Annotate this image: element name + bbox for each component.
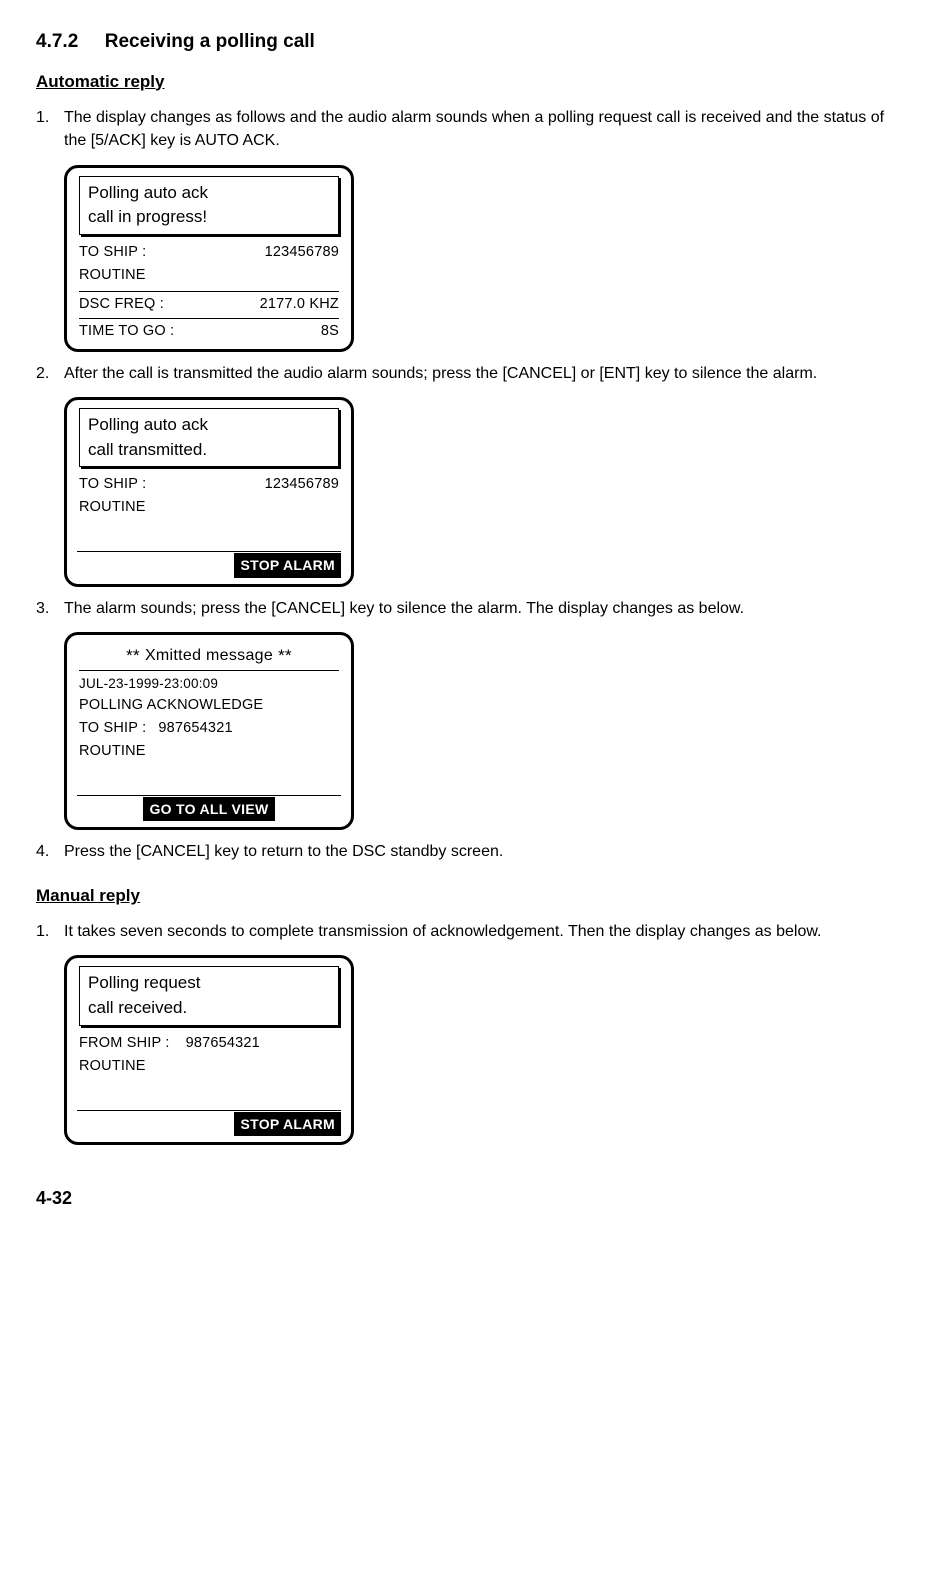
polling-ack-row: POLLING ACKNOWLEDGE	[79, 694, 339, 717]
automatic-reply-heading: Automatic reply	[36, 70, 910, 95]
to-ship-label: TO SHIP :	[79, 474, 146, 495]
automatic-reply-steps: 2. After the call is transmitted the aud…	[36, 362, 910, 385]
step-1: 1. The display changes as follows and th…	[36, 106, 910, 152]
polling-ack-text: POLLING ACKNOWLEDGE	[79, 695, 263, 716]
priority-value: ROUTINE	[79, 497, 146, 518]
star-icon: **	[126, 646, 145, 665]
manual-reply-heading: Manual reply	[36, 884, 910, 909]
step-text: The display changes as follows and the a…	[64, 106, 910, 152]
message-line-1: Polling auto ack	[88, 413, 330, 438]
timestamp-value: JUL-23-1999-23:00:09	[79, 674, 218, 694]
to-ship-label: TO SHIP :	[79, 718, 146, 739]
message-line-2: call received.	[88, 996, 330, 1021]
step-number: 1.	[36, 106, 64, 152]
time-to-go-row: TIME TO GO : 8S	[79, 320, 339, 343]
automatic-reply-steps: 4. Press the [CANCEL] key to return to t…	[36, 840, 910, 863]
message-line-1: Polling auto ack	[88, 181, 330, 206]
to-ship-row: TO SHIP : 123456789	[79, 473, 339, 496]
footer-row: GO TO ALL VIEW	[77, 795, 341, 821]
message-line-1: Polling request	[88, 971, 330, 996]
step-4: 4. Press the [CANCEL] key to return to t…	[36, 840, 910, 863]
from-ship-value: 987654321	[186, 1033, 260, 1054]
priority-value: ROUTINE	[79, 1056, 146, 1077]
step-number: 2.	[36, 362, 64, 385]
timestamp-row: JUL-23-1999-23:00:09	[79, 673, 339, 695]
footer-row: STOP ALARM	[77, 1110, 341, 1136]
to-ship-label: TO SHIP :	[79, 242, 146, 263]
automatic-reply-steps: 1. The display changes as follows and th…	[36, 106, 910, 152]
priority-value: ROUTINE	[79, 265, 146, 286]
step-text: The alarm sounds; press the [CANCEL] key…	[64, 597, 910, 620]
message-box: Polling auto ack call in progress!	[79, 176, 339, 235]
priority-value: ROUTINE	[79, 741, 146, 762]
xmitted-title: Xmitted message	[145, 647, 273, 664]
section-number: 4.7.2	[36, 28, 78, 56]
footer-row: STOP ALARM	[77, 551, 341, 577]
step-2: 2. After the call is transmitted the aud…	[36, 362, 910, 385]
stop-alarm-button[interactable]: STOP ALARM	[234, 1112, 341, 1136]
section-header: 4.7.2 Receiving a polling call	[36, 28, 910, 56]
step-1: 1. It takes seven seconds to complete tr…	[36, 920, 910, 943]
step-3: 3. The alarm sounds; press the [CANCEL] …	[36, 597, 910, 620]
xmitted-header: ** Xmitted message **	[79, 643, 339, 671]
step-number: 1.	[36, 920, 64, 943]
go-to-all-view-button[interactable]: GO TO ALL VIEW	[143, 797, 274, 821]
star-icon: **	[273, 646, 292, 665]
divider	[79, 291, 339, 292]
priority-row: ROUTINE	[79, 740, 339, 763]
screen-xmitted-message: ** Xmitted message ** JUL-23-1999-23:00:…	[64, 632, 354, 831]
to-ship-value: 987654321	[158, 718, 232, 739]
message-box: Polling auto ack call transmitted.	[79, 408, 339, 467]
to-ship-value: 123456789	[265, 242, 339, 263]
step-number: 4.	[36, 840, 64, 863]
dsc-freq-value: 2177.0 KHZ	[260, 294, 339, 315]
from-ship-label: FROM SHIP :	[79, 1033, 170, 1054]
priority-row: ROUTINE	[79, 496, 339, 519]
to-ship-row: TO SHIP : 123456789	[79, 241, 339, 264]
section-title: Receiving a polling call	[105, 28, 315, 56]
manual-reply-steps: 1. It takes seven seconds to complete tr…	[36, 920, 910, 943]
divider	[79, 318, 339, 319]
dsc-freq-row: DSC FREQ : 2177.0 KHZ	[79, 293, 339, 316]
page-number: 4-32	[36, 1185, 910, 1211]
message-line-2: call in progress!	[88, 205, 330, 230]
stop-alarm-button[interactable]: STOP ALARM	[234, 553, 341, 577]
screen-polling-request-received: Polling request call received. FROM SHIP…	[64, 955, 354, 1145]
step-text: After the call is transmitted the audio …	[64, 362, 910, 385]
message-line-2: call transmitted.	[88, 438, 330, 463]
step-text: It takes seven seconds to complete trans…	[64, 920, 910, 943]
automatic-reply-steps: 3. The alarm sounds; press the [CANCEL] …	[36, 597, 910, 620]
from-ship-row: FROM SHIP : 987654321	[79, 1032, 339, 1055]
step-number: 3.	[36, 597, 64, 620]
screen-polling-auto-ack-in-progress: Polling auto ack call in progress! TO SH…	[64, 165, 354, 352]
step-text: Press the [CANCEL] key to return to the …	[64, 840, 910, 863]
to-ship-row: TO SHIP : 987654321	[79, 717, 339, 740]
message-box: Polling request call received.	[79, 966, 339, 1025]
priority-row: ROUTINE	[79, 264, 339, 287]
priority-row: ROUTINE	[79, 1055, 339, 1078]
dsc-freq-label: DSC FREQ :	[79, 294, 164, 315]
screen-polling-auto-ack-transmitted: Polling auto ack call transmitted. TO SH…	[64, 397, 354, 587]
time-to-go-value: 8S	[321, 321, 339, 342]
to-ship-value: 123456789	[265, 474, 339, 495]
time-to-go-label: TIME TO GO :	[79, 321, 174, 342]
